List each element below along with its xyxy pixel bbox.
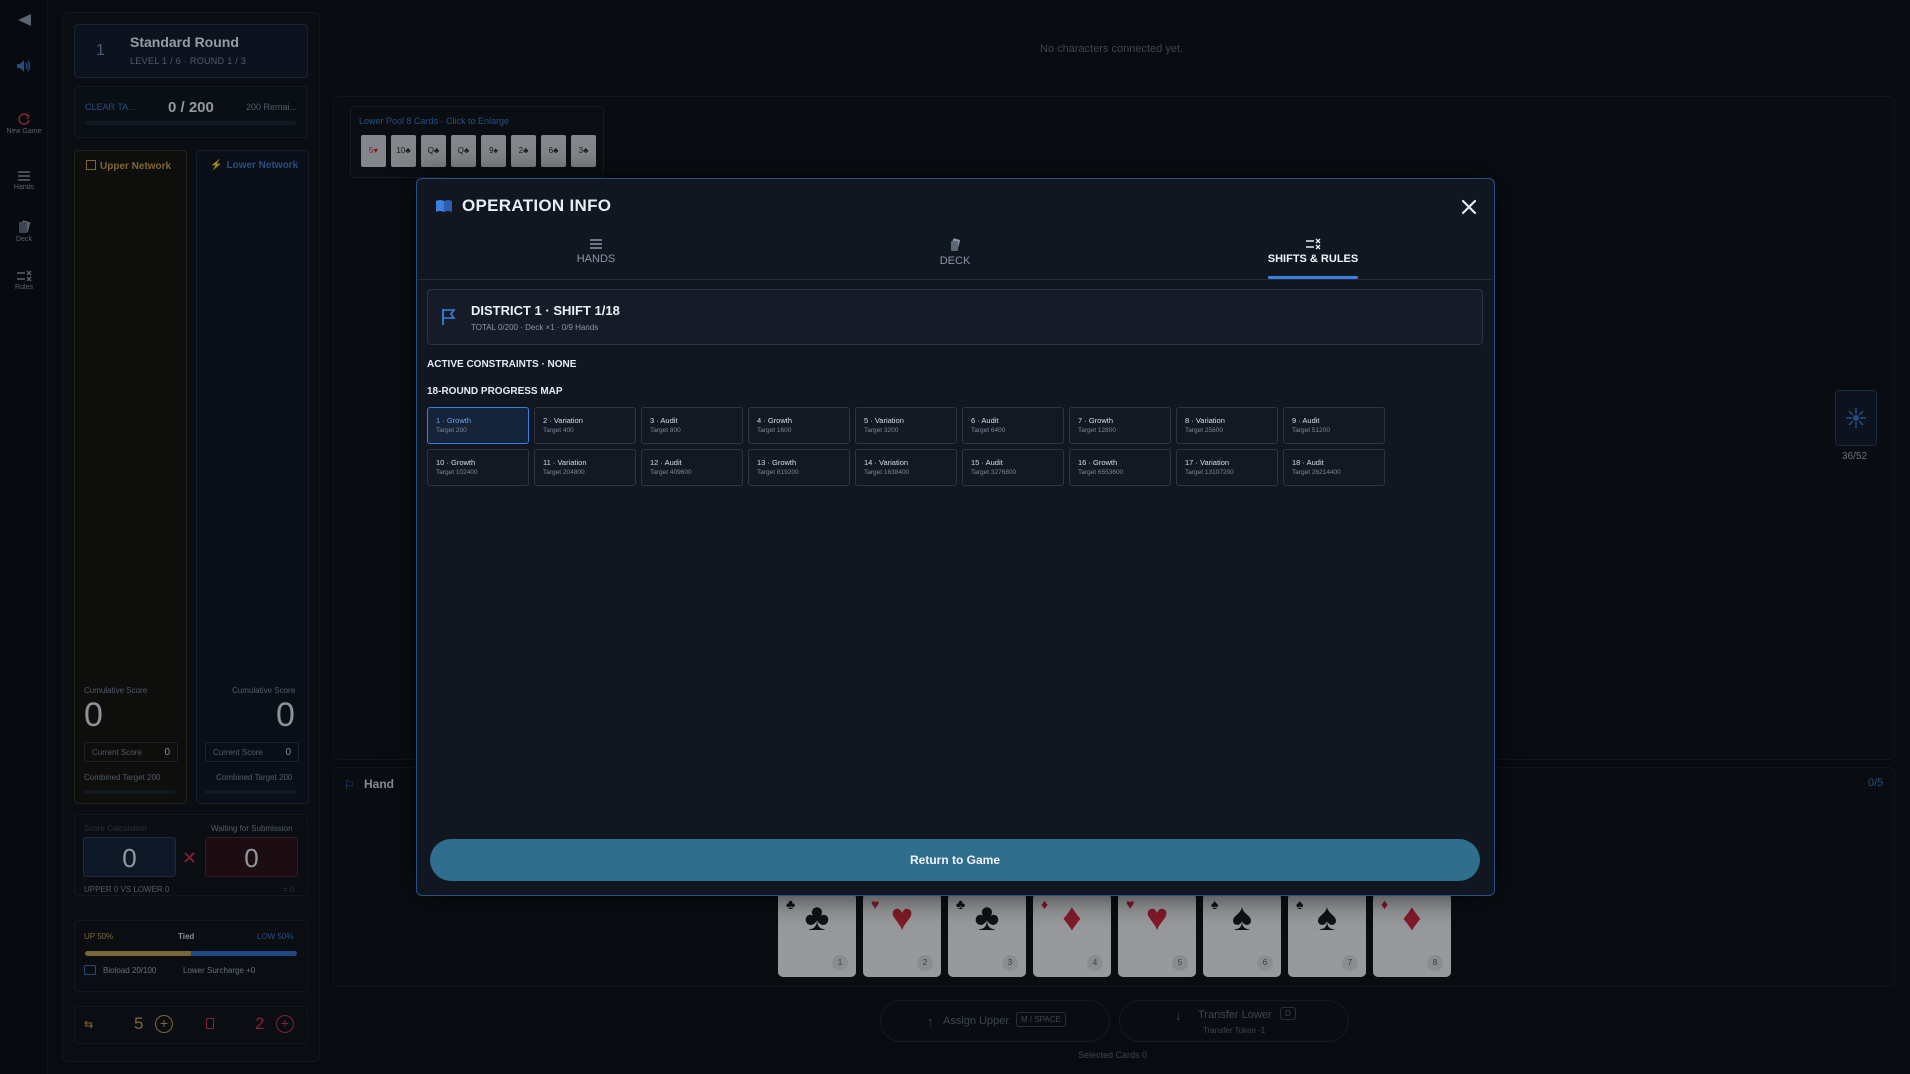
shift-target: Target 13107200 [1185, 469, 1234, 476]
close-icon [1461, 199, 1477, 215]
shift-name: 18 · Audit [1292, 458, 1324, 467]
shift-target: Target 6553600 [1078, 469, 1124, 476]
shift-cell: 17 · Variation Target 13107200 [1176, 449, 1278, 486]
shift-name: 1 · Growth [436, 416, 472, 425]
constraints-heading: ACTIVE CONSTRAINTS · NONE [427, 359, 577, 370]
shift-cell: 2 · Variation Target 400 [534, 407, 636, 444]
shift-target: Target 1638400 [864, 469, 910, 476]
shift-cell: 6 · Audit Target 6400 [962, 407, 1064, 444]
shift-target: Target 409600 [650, 469, 692, 476]
shift-name: 3 · Audit [650, 416, 678, 425]
shift-cell: 18 · Audit Target 26214400 [1283, 449, 1385, 486]
shift-name: 11 · Variation [543, 458, 587, 467]
shift-cell: 4 · Growth Target 1600 [748, 407, 850, 444]
shift-target: Target 25600 [1185, 427, 1223, 434]
shift-target: Target 1600 [757, 427, 792, 434]
shift-cell: 14 · Variation Target 1638400 [855, 449, 957, 486]
district-subtitle: TOTAL 0/200 · Deck ×1 · 0/9 Hands [471, 323, 599, 332]
shift-name: 17 · Variation [1185, 458, 1230, 467]
shift-name: 14 · Variation [864, 458, 909, 467]
book-icon [435, 199, 453, 218]
shift-target: Target 26214400 [1292, 469, 1341, 476]
shift-cell: 9 · Audit Target 51200 [1283, 407, 1385, 444]
shift-cell: 11 · Variation Target 204800 [534, 449, 636, 486]
shift-name: 13 · Growth [757, 458, 797, 467]
tab-deck[interactable]: DECK [880, 238, 1030, 267]
operation-info-modal [416, 178, 1495, 896]
modal-title: OPERATION INFO [462, 196, 612, 215]
shift-name: 10 · Growth [436, 458, 476, 467]
tabs-divider [418, 279, 1493, 280]
return-to-game-button[interactable]: Return to Game [430, 839, 1480, 881]
shift-cell: 1 · Growth Target 200 [427, 407, 529, 444]
shift-name: 6 · Audit [971, 416, 999, 425]
shift-target: Target 3276800 [971, 469, 1017, 476]
shift-cell: 16 · Growth Target 6553600 [1069, 449, 1171, 486]
shift-target: Target 200 [436, 427, 467, 434]
shift-name: 12 · Audit [650, 458, 682, 467]
shift-target: Target 51200 [1292, 427, 1330, 434]
shift-cell: 5 · Variation Target 3200 [855, 407, 957, 444]
active-tab-indicator [1268, 276, 1358, 279]
shift-target: Target 400 [543, 427, 574, 434]
shift-cell: 7 · Growth Target 12800 [1069, 407, 1171, 444]
progress-map-heading: 18-ROUND PROGRESS MAP [427, 386, 563, 397]
shift-name: 2 · Variation [543, 416, 583, 425]
shift-cell: 8 · Variation Target 25600 [1176, 407, 1278, 444]
list-icon [590, 239, 602, 249]
shift-cell: 13 · Growth Target 819200 [748, 449, 850, 486]
shift-cell: 10 · Growth Target 102400 [427, 449, 529, 486]
shift-name: 15 · Audit [971, 458, 1003, 467]
shift-name: 4 · Growth [757, 416, 793, 425]
shift-target: Target 6400 [971, 427, 1006, 434]
shift-cell: 3 · Audit Target 800 [641, 407, 743, 444]
shift-cell: 15 · Audit Target 3276800 [962, 449, 1064, 486]
shift-target: Target 800 [650, 427, 681, 434]
district-title: DISTRICT 1 · SHIFT 1/18 [471, 303, 620, 318]
shift-target: Target 12800 [1078, 427, 1116, 434]
shift-name: 16 · Growth [1078, 458, 1118, 467]
shift-name: 5 · Variation [864, 416, 904, 425]
shift-target: Target 204800 [543, 469, 585, 476]
tab-hands[interactable]: HANDS [521, 238, 671, 265]
shift-target: Target 3200 [864, 427, 899, 434]
shift-target: Target 102400 [436, 469, 478, 476]
shift-name: 7 · Growth [1078, 416, 1114, 425]
rules-icon [1306, 238, 1321, 250]
close-button[interactable] [1457, 195, 1481, 219]
shift-target: Target 819200 [757, 469, 799, 476]
tab-shifts-rules[interactable]: SHIFTS & RULES [1238, 238, 1388, 265]
shift-cell: 12 · Audit Target 409600 [641, 449, 743, 486]
shift-name: 8 · Variation [1185, 416, 1225, 425]
cards-icon [951, 238, 960, 251]
shift-name: 9 · Audit [1292, 416, 1320, 425]
flag-icon [441, 308, 457, 331]
